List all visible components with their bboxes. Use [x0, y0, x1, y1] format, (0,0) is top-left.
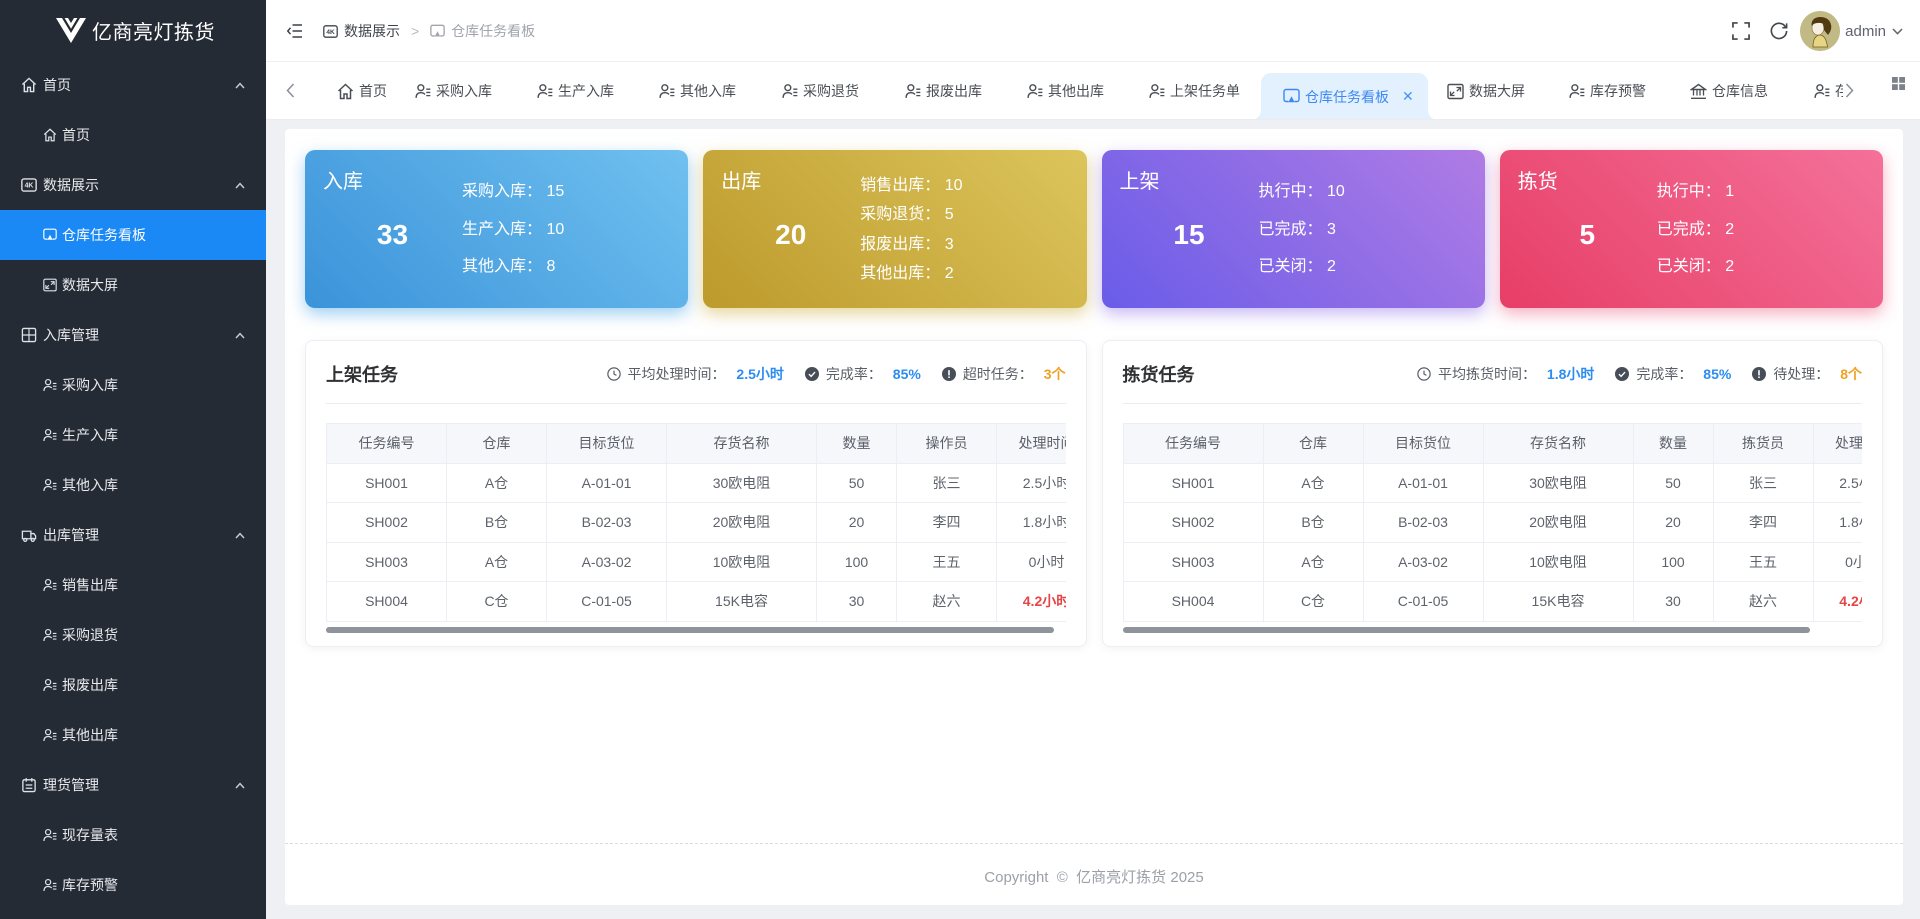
svg-text:4K: 4K	[326, 29, 335, 36]
svg-text:4K: 4K	[25, 183, 34, 190]
